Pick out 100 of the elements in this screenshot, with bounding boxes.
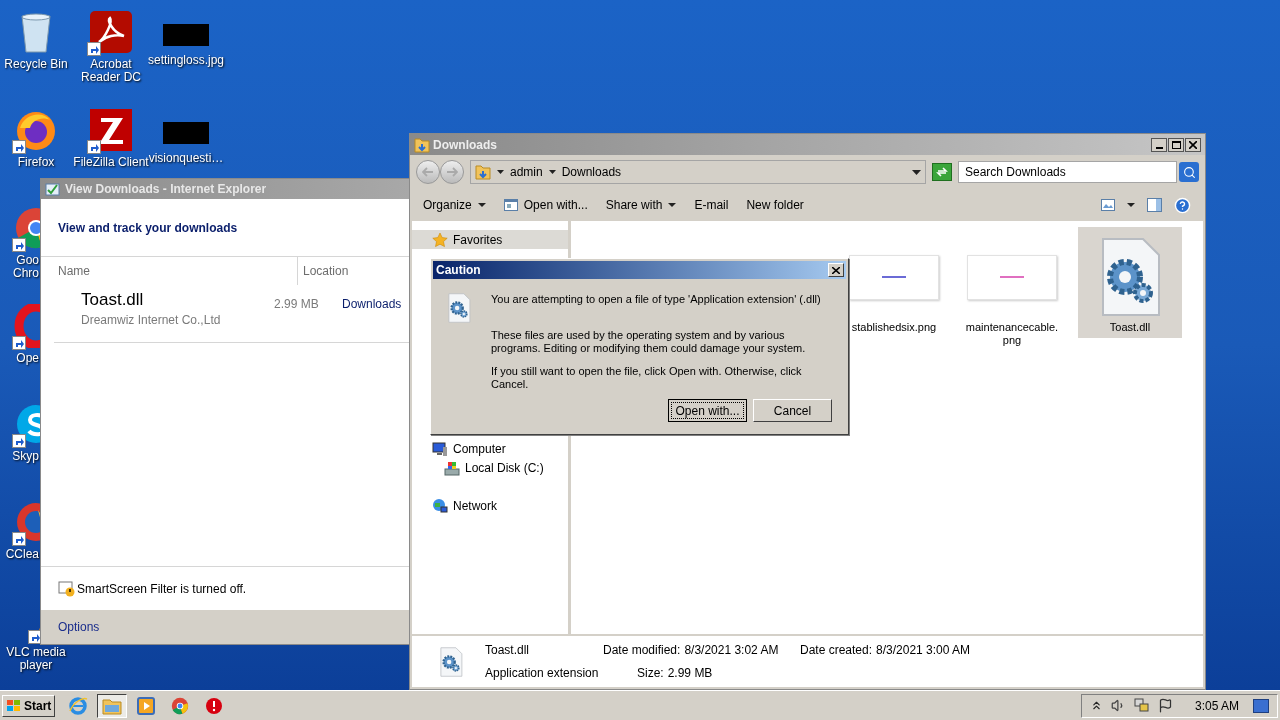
detail-value: 8/3/2021 3:00 AM bbox=[876, 642, 971, 659]
redacted-thumbnail bbox=[163, 122, 209, 144]
detail-value: 2.99 MB bbox=[667, 665, 713, 682]
clock[interactable]: 3:05 AM bbox=[1194, 696, 1239, 715]
caret-icon[interactable] bbox=[548, 170, 556, 174]
file-item[interactable]: maintenancecable.png bbox=[960, 227, 1064, 351]
nav-item[interactable]: Network bbox=[412, 496, 568, 515]
nav-item[interactable]: Favorites bbox=[412, 230, 568, 249]
maximize-button[interactable] bbox=[1168, 137, 1184, 152]
desktop-icon-label[interactable]: CClea bbox=[5, 548, 39, 561]
dialog-title: Caution bbox=[436, 262, 482, 279]
star-icon bbox=[432, 231, 448, 248]
caret-icon bbox=[668, 203, 677, 207]
folder-icon bbox=[414, 136, 430, 153]
download-check-icon bbox=[45, 181, 61, 197]
computer-icon bbox=[432, 440, 448, 457]
breadcrumb-item[interactable]: Downloads bbox=[561, 163, 622, 181]
desktop-icon-label[interactable]: Firefox bbox=[17, 156, 55, 169]
network-icon[interactable] bbox=[1133, 698, 1150, 713]
close-icon bbox=[832, 266, 840, 274]
gear-file-icon bbox=[1099, 237, 1161, 317]
chrome-icon bbox=[171, 696, 190, 715]
help-icon[interactable] bbox=[1174, 196, 1191, 214]
desktop-icon-label[interactable]: visionquesti… bbox=[148, 152, 224, 165]
gear-file-icon bbox=[439, 646, 463, 677]
filezilla-icon bbox=[89, 108, 133, 152]
detail-label: Date created: bbox=[800, 642, 873, 659]
close-button[interactable] bbox=[1185, 137, 1201, 152]
refresh-button[interactable] bbox=[932, 163, 952, 181]
caret-icon[interactable] bbox=[912, 169, 921, 175]
shield-warning-icon bbox=[58, 580, 75, 597]
column-header[interactable]: Location bbox=[297, 257, 349, 285]
dialog-message: These files are used by the operating system and by various programs. Editing or modifying them could damage your system. bbox=[491, 329, 807, 355]
file-name: stablishedsix.png bbox=[850, 321, 938, 334]
download-file-name: Toast.dll bbox=[81, 289, 145, 311]
caret-icon[interactable] bbox=[1127, 203, 1135, 207]
redacted-thumbnail bbox=[163, 24, 209, 46]
download-size: 2.99 MB bbox=[274, 296, 320, 313]
window-title: Downloads bbox=[433, 136, 498, 154]
desktop-icon-label[interactable]: Recycle Bin bbox=[4, 58, 68, 71]
minimize-button[interactable] bbox=[1151, 137, 1167, 152]
toolbar-button[interactable]: Share with bbox=[596, 189, 686, 221]
gear-file-icon bbox=[447, 293, 471, 323]
toolbar-button[interactable]: E-mail bbox=[685, 189, 738, 221]
nav-item[interactable]: Local Disk (C:) bbox=[412, 458, 568, 477]
desktop-icon-label[interactable]: Ope bbox=[16, 352, 39, 365]
file-name: Toast.dll bbox=[485, 642, 531, 659]
caret-icon bbox=[477, 203, 486, 207]
search-button[interactable] bbox=[1179, 162, 1199, 182]
taskbar-app-button[interactable] bbox=[97, 693, 128, 718]
detail-label: Size: bbox=[637, 665, 664, 682]
forward-arrow-icon bbox=[446, 167, 458, 177]
preview-pane-icon[interactable] bbox=[1147, 198, 1162, 212]
dialog-message: If you still want to open the file, click Open with. Otherwise, click Cancel. bbox=[491, 365, 803, 391]
search-field[interactable]: Search Downloads bbox=[958, 161, 1177, 183]
file-type: Application extension bbox=[485, 665, 600, 682]
window-title: View Downloads - Internet Explorer bbox=[65, 181, 267, 198]
desktop-icon-label[interactable]: Reader DC bbox=[81, 71, 141, 84]
folder-icon bbox=[475, 164, 491, 180]
toolbar-button[interactable]: Open with... bbox=[494, 189, 597, 221]
dialog-button[interactable]: Open with... bbox=[668, 399, 747, 422]
options-link[interactable]: Options bbox=[58, 618, 100, 636]
smartscreen-status: SmartScreen Filter is turned off. bbox=[77, 580, 247, 598]
nav-item[interactable]: Computer bbox=[412, 439, 568, 458]
windows-logo-icon bbox=[6, 698, 22, 713]
file-item[interactable]: stablishedsix.png bbox=[842, 227, 946, 338]
dialog-button[interactable]: Cancel bbox=[753, 399, 832, 422]
show-desktop-button[interactable] bbox=[1253, 698, 1269, 713]
desktop-icon-label[interactable]: Acrobat bbox=[90, 58, 132, 71]
flag-icon[interactable] bbox=[1157, 698, 1173, 713]
desktop-icon-label[interactable]: Chro bbox=[13, 267, 39, 280]
desktop-icon-label[interactable]: Skyp bbox=[12, 450, 39, 463]
desktop-icon-label[interactable]: Goo bbox=[16, 254, 39, 267]
desktop-icon-label[interactable]: FileZilla Client bbox=[73, 156, 149, 169]
acrobat-icon bbox=[89, 10, 133, 54]
download-location-link[interactable]: Downloads bbox=[342, 295, 402, 342]
media-player-icon bbox=[137, 696, 156, 715]
start-button[interactable]: Start bbox=[2, 694, 56, 717]
address-bar[interactable]: admin Downloads bbox=[470, 160, 926, 184]
search-icon bbox=[1182, 165, 1196, 179]
file-item[interactable]: Toast.dll bbox=[1078, 227, 1182, 338]
toolbar-button[interactable]: New folder bbox=[737, 189, 813, 221]
network-globe-icon bbox=[432, 497, 448, 514]
caret-icon[interactable] bbox=[497, 170, 504, 174]
refresh-icon bbox=[936, 167, 948, 177]
window-icon bbox=[503, 199, 518, 211]
close-icon bbox=[1189, 140, 1197, 149]
desktop-icon-label[interactable]: player bbox=[19, 659, 53, 672]
desktop-icon-label[interactable]: VLC media bbox=[6, 646, 66, 659]
folder-icon bbox=[102, 696, 123, 715]
toolbar-button[interactable]: Organize bbox=[414, 189, 495, 221]
column-header[interactable]: Name bbox=[41, 262, 297, 280]
view-icon[interactable] bbox=[1101, 199, 1115, 211]
desktop-icon-label[interactable]: settingloss.jpg bbox=[148, 54, 225, 67]
file-name: maintenancecable.png bbox=[964, 321, 1060, 347]
page-heading: View and track your downloads bbox=[58, 219, 238, 237]
download-publisher: Dreamwiz Internet Co.,Ltd bbox=[81, 312, 222, 329]
disk-drive-icon bbox=[444, 459, 460, 476]
breadcrumb-item[interactable]: admin bbox=[510, 163, 543, 181]
file-name: Toast.dll bbox=[1108, 321, 1152, 334]
